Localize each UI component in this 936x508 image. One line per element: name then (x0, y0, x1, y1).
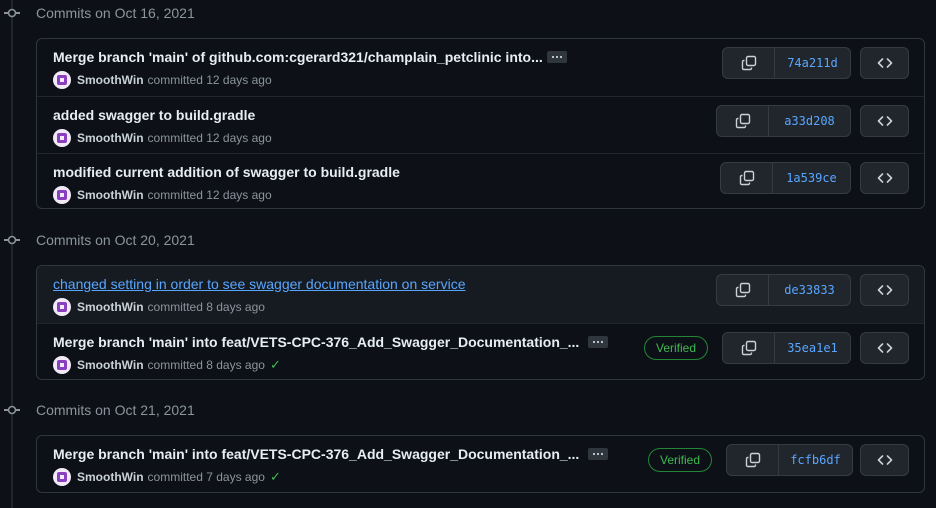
copy-icon (741, 340, 756, 356)
avatar[interactable] (53, 129, 71, 147)
commit-time: committed 7 days ago (147, 470, 265, 484)
code-icon (877, 116, 892, 126)
commit-row: Merge branch 'main' into feat/VETS-CPC-3… (37, 323, 924, 379)
avatar[interactable] (53, 298, 71, 316)
expand-message-button[interactable] (588, 336, 608, 348)
sha-button-group: 1a539ce (720, 162, 851, 194)
commit-sha-link[interactable]: 1a539ce (773, 163, 850, 193)
timeline-line (11, 0, 13, 508)
git-commit-icon (4, 232, 20, 248)
commit-sha-link[interactable]: a33d208 (769, 106, 850, 136)
avatar[interactable] (53, 71, 71, 89)
commit-time: committed 12 days ago (147, 131, 272, 145)
avatar[interactable] (53, 468, 71, 486)
avatar[interactable] (53, 356, 71, 374)
copy-sha-button[interactable] (717, 275, 769, 305)
browse-repo-button[interactable] (860, 105, 909, 137)
copy-sha-button[interactable] (723, 333, 775, 363)
code-icon (877, 343, 892, 353)
commit-row: Merge branch 'main' into feat/VETS-CPC-3… (37, 436, 924, 492)
git-commit-icon (4, 5, 20, 21)
check-icon[interactable]: ✓ (270, 357, 281, 373)
copy-icon (735, 282, 750, 298)
commit-meta: SmoothWin committed 12 days ago (53, 129, 272, 147)
commit-sha-link[interactable]: de33833 (769, 275, 850, 305)
expand-message-button[interactable] (588, 448, 608, 460)
commit-message[interactable]: Merge branch 'main' of github.com:cgerar… (53, 49, 543, 65)
commit-meta: SmoothWin committed 12 days ago (53, 186, 272, 204)
sha-button-group: 35ea1e1 (722, 332, 851, 364)
commit-list: changed setting in order to see swagger … (36, 265, 925, 380)
avatar[interactable] (53, 186, 71, 204)
copy-icon (745, 452, 760, 468)
commit-row: added swagger to build.gradle SmoothWin … (37, 96, 924, 153)
commit-list: Merge branch 'main' of github.com:cgerar… (36, 38, 925, 209)
code-icon (877, 455, 892, 465)
commit-meta: SmoothWin committed 7 days ago ✓ (53, 468, 281, 486)
commit-message[interactable]: Merge branch 'main' into feat/VETS-CPC-3… (53, 334, 579, 350)
browse-repo-button[interactable] (860, 274, 909, 306)
browse-repo-button[interactable] (860, 332, 909, 364)
verified-badge[interactable]: Verified (644, 336, 709, 360)
copy-icon (739, 170, 754, 186)
verified-badge[interactable]: Verified (648, 448, 713, 472)
commit-row: Merge branch 'main' of github.com:cgerar… (37, 39, 924, 96)
commit-sha-link[interactable]: 35ea1e1 (775, 333, 850, 363)
sha-button-group: de33833 (716, 274, 851, 306)
author-link[interactable]: SmoothWin (77, 300, 144, 314)
commit-time: committed 12 days ago (147, 188, 272, 202)
git-commit-icon (4, 402, 20, 418)
commit-meta: SmoothWin committed 8 days ago (53, 298, 265, 316)
commit-time: committed 8 days ago (147, 358, 265, 372)
browse-repo-button[interactable] (860, 47, 909, 79)
sha-button-group: 74a211d (722, 47, 851, 79)
code-icon (877, 58, 892, 68)
commit-row: changed setting in order to see swagger … (37, 266, 924, 323)
commit-row: modified current addition of swagger to … (37, 153, 924, 208)
copy-icon (735, 113, 750, 129)
sha-button-group: a33d208 (716, 105, 851, 137)
code-icon (877, 285, 892, 295)
commit-sha-link[interactable]: fcfb6df (779, 445, 852, 475)
commit-meta: SmoothWin committed 8 days ago ✓ (53, 356, 281, 374)
commit-list: Merge branch 'main' into feat/VETS-CPC-3… (36, 435, 925, 493)
author-link[interactable]: SmoothWin (77, 131, 144, 145)
author-link[interactable]: SmoothWin (77, 358, 144, 372)
copy-sha-button[interactable] (721, 163, 773, 193)
author-link[interactable]: SmoothWin (77, 73, 144, 87)
group-date-label: Commits on Oct 16, 2021 (36, 5, 195, 21)
group-date-label: Commits on Oct 20, 2021 (36, 232, 195, 248)
sha-button-group: fcfb6df (726, 444, 853, 476)
commit-message[interactable]: changed setting in order to see swagger … (53, 276, 465, 292)
copy-icon (741, 55, 756, 71)
commit-message[interactable]: Merge branch 'main' into feat/VETS-CPC-3… (53, 446, 579, 462)
commit-time: committed 12 days ago (147, 73, 272, 87)
group-date-label: Commits on Oct 21, 2021 (36, 402, 195, 418)
commit-sha-link[interactable]: 74a211d (775, 48, 850, 78)
check-icon[interactable]: ✓ (270, 469, 281, 485)
expand-message-button[interactable] (547, 51, 567, 63)
commit-message[interactable]: added swagger to build.gradle (53, 107, 255, 123)
browse-repo-button[interactable] (860, 162, 909, 194)
commit-meta: SmoothWin committed 12 days ago (53, 71, 272, 89)
commit-message[interactable]: modified current addition of swagger to … (53, 164, 400, 180)
commit-time: committed 8 days ago (147, 300, 265, 314)
copy-sha-button[interactable] (727, 445, 779, 475)
copy-sha-button[interactable] (723, 48, 775, 78)
author-link[interactable]: SmoothWin (77, 188, 144, 202)
code-icon (877, 173, 892, 183)
browse-repo-button[interactable] (860, 444, 909, 476)
author-link[interactable]: SmoothWin (77, 470, 144, 484)
copy-sha-button[interactable] (717, 106, 769, 136)
